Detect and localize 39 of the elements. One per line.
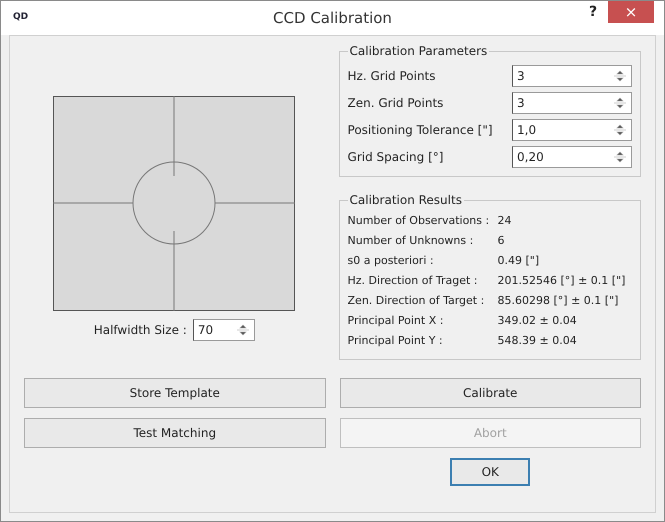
dialog-button[interactable]: Test Matching [24, 418, 326, 448]
window-title: CCD Calibration [273, 8, 392, 29]
result-value: 0.49 ["] [498, 252, 540, 269]
parameter-label: Grid Spacing [°] [348, 148, 444, 166]
result-label: Number of Unknowns : [348, 232, 474, 249]
ok-button[interactable]: OK [450, 458, 530, 486]
spin-arrows-icon[interactable] [613, 150, 627, 164]
group-title: Calibration Results [348, 192, 463, 209]
app-logo: QD [13, 11, 30, 24]
spin-arrows-icon[interactable] [613, 122, 627, 136]
result-value: 6 [498, 232, 505, 249]
parameter-label: Positioning Tolerance ["] [348, 122, 494, 138]
parameter-label: Zen. Grid Points [348, 94, 444, 112]
parameter-label: Hz. Grid Points [348, 68, 437, 84]
spin-field[interactable]: 70 [192, 319, 255, 341]
result-value: 24 [498, 212, 512, 229]
spin-arrows-icon[interactable] [613, 96, 627, 110]
spin-field[interactable]: 0,20 [512, 146, 632, 168]
spin-field[interactable]: 3 [512, 64, 632, 86]
close-button[interactable]: × [608, 1, 654, 23]
result-label: Hz. Direction of Traget : [348, 272, 478, 289]
result-value: 201.52546 [°] ± 0.1 ["] [498, 272, 626, 289]
group-title: Calibration Parameters [348, 43, 488, 60]
spin-arrows-icon[interactable] [613, 68, 627, 82]
result-value: 548.39 ± 0.04 [498, 332, 577, 349]
result-value: 349.02 ± 0.04 [498, 312, 577, 329]
result-label: Principal Point Y : [348, 332, 444, 349]
result-label: Principal Point X : [348, 312, 444, 329]
result-label: s0 a posteriori : [348, 252, 435, 269]
halfwidth-label: Halfwidth Size : [94, 322, 187, 339]
result-label: Zen. Direction of Target : [348, 292, 486, 309]
result-value: 85.60298 [°] ± 0.1 ["] [498, 292, 618, 309]
spin-field[interactable]: 3 [512, 92, 632, 114]
spin-arrows-icon[interactable] [236, 323, 250, 337]
dialog-button[interactable]: Store Template [24, 378, 326, 408]
dialog-button[interactable]: Calibrate [340, 378, 641, 408]
result-label: Number of Observations : [348, 212, 490, 229]
spin-field[interactable]: 1,0 [512, 118, 632, 140]
help-button[interactable]: ? [578, 1, 608, 23]
